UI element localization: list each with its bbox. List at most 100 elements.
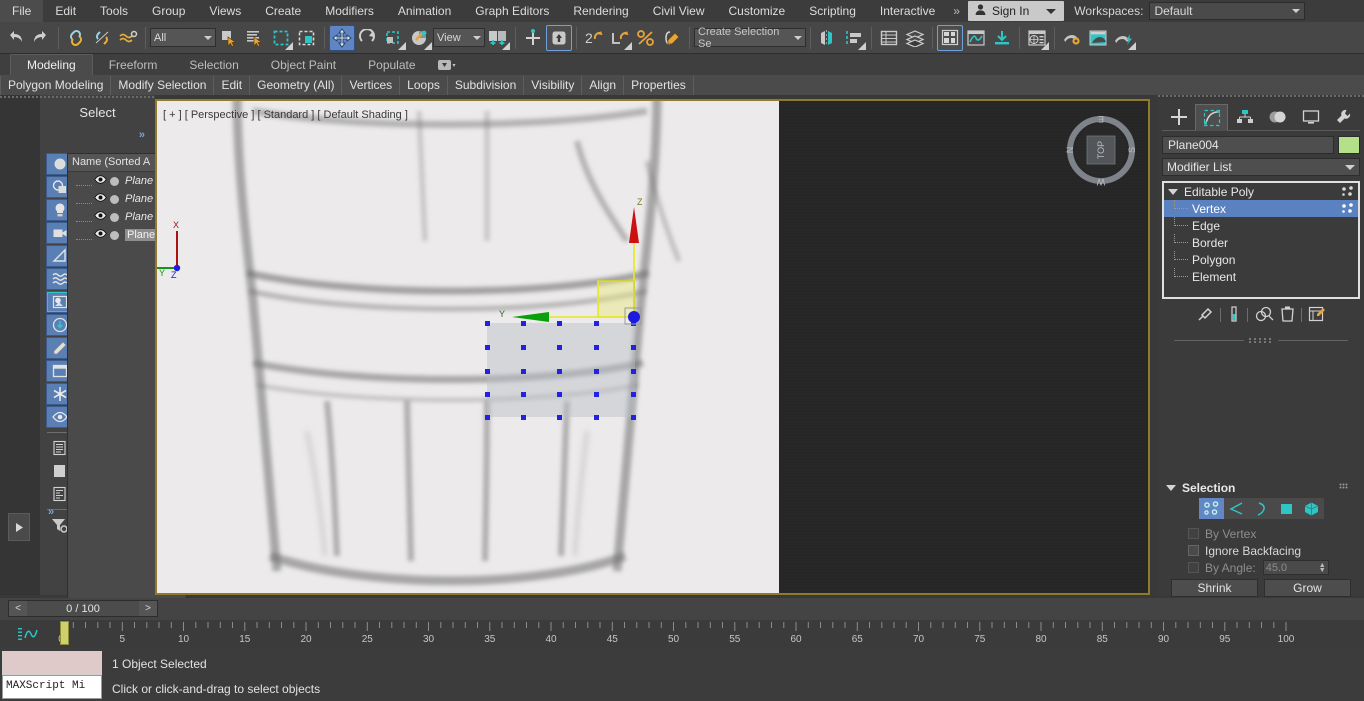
- snaps-toggle-button[interactable]: [546, 25, 572, 51]
- scene-explorer-icon[interactable]: [902, 25, 928, 51]
- ribbon-btn-polygon-modeling[interactable]: Polygon Modeling: [0, 76, 111, 95]
- tab-display[interactable]: [1294, 104, 1327, 131]
- menu-item-file[interactable]: File: [0, 0, 43, 22]
- menu-item-interactive[interactable]: Interactive: [868, 0, 947, 22]
- delete-modifier-icon[interactable]: [1280, 305, 1295, 326]
- ribbon-options-icon[interactable]: [438, 55, 456, 75]
- select-and-manipulate-icon[interactable]: [520, 25, 546, 51]
- scene-explorer-expand-top[interactable]: »: [139, 129, 145, 141]
- previous-frame-button[interactable]: <: [9, 601, 27, 616]
- menu-item-customize[interactable]: Customize: [717, 0, 798, 22]
- track-bar[interactable]: 0510152025303540455055606570758085909510…: [0, 620, 1364, 648]
- align-icon[interactable]: [841, 25, 867, 51]
- menu-item-scripting[interactable]: Scripting: [797, 0, 868, 22]
- tab-hierarchy[interactable]: [1228, 104, 1261, 131]
- curve-editor-icon[interactable]: [963, 25, 989, 51]
- menu-item-modifiers[interactable]: Modifiers: [313, 0, 386, 22]
- select-and-scale-icon[interactable]: [381, 25, 407, 51]
- ignore-backfacing-checkbox[interactable]: [1188, 545, 1199, 556]
- render-toggle-icon[interactable]: [110, 231, 119, 240]
- eye-icon[interactable]: [94, 211, 107, 223]
- render-in-cloud-icon[interactable]: [1085, 25, 1111, 51]
- scene-explorer-grip[interactable]: [40, 95, 155, 101]
- command-panel-grip[interactable]: [1158, 95, 1364, 100]
- viewport-perspective[interactable]: Z Y X Y Z [ + ] [ Perspective ] [ Standa…: [155, 99, 1150, 595]
- modifier-list-select[interactable]: Modifier List: [1162, 158, 1360, 176]
- unlink-selection-icon[interactable]: [89, 25, 115, 51]
- ribbon-tab-populate[interactable]: Populate: [352, 55, 431, 75]
- menu-item-edit[interactable]: Edit: [43, 0, 88, 22]
- time-slider-handle[interactable]: [60, 621, 69, 645]
- eye-icon[interactable]: [94, 193, 107, 205]
- show-end-result-icon[interactable]: [1227, 305, 1241, 326]
- ribbon-tab-object-paint[interactable]: Object Paint: [255, 55, 352, 75]
- subobject-polygon-button[interactable]: [1274, 498, 1299, 519]
- track-bar-ruler[interactable]: 0510152025303540455055606570758085909510…: [56, 620, 1349, 648]
- object-name-input[interactable]: Plane004: [1162, 136, 1334, 154]
- chevron-down-icon[interactable]: [204, 36, 212, 40]
- object-color-swatch[interactable]: [1338, 136, 1360, 154]
- angle-snap-toggle-icon[interactable]: 2: [581, 25, 607, 51]
- select-by-name-icon[interactable]: [242, 25, 268, 51]
- left-dock-grip[interactable]: [0, 95, 40, 101]
- pin-stack-icon[interactable]: [1196, 305, 1214, 326]
- ribbon-btn-vertices[interactable]: Vertices: [342, 76, 400, 95]
- grow-button[interactable]: Grow: [1264, 579, 1351, 597]
- open-mini-curve-editor-icon[interactable]: [18, 626, 40, 645]
- subobject-element-button[interactable]: [1299, 498, 1324, 519]
- menu-item-graph-editors[interactable]: Graph Editors: [463, 0, 561, 22]
- tab-motion[interactable]: [1261, 104, 1294, 131]
- tab-utilities[interactable]: [1327, 104, 1360, 131]
- render-toggle-icon[interactable]: [110, 213, 119, 222]
- ribbon-tab-freeform[interactable]: Freeform: [93, 55, 174, 75]
- ribbon-btn-edit[interactable]: Edit: [214, 76, 250, 95]
- ignore-backfacing-checkbox-row[interactable]: Ignore Backfacing: [1162, 542, 1360, 559]
- expand-panel-button[interactable]: [8, 513, 30, 541]
- by-angle-spinner[interactable]: 45.0 ▲▼: [1263, 560, 1329, 575]
- modifier-stack[interactable]: Editable Poly Vertex Edge Border Pol: [1162, 181, 1360, 299]
- menu-item-civil-view[interactable]: Civil View: [641, 0, 717, 22]
- chevron-down-icon[interactable]: [1166, 485, 1176, 491]
- ribbon-btn-subdivision[interactable]: Subdivision: [448, 76, 524, 95]
- named-selection-set-input[interactable]: Create Selection Se: [694, 28, 806, 47]
- menu-item-animation[interactable]: Animation: [386, 0, 463, 22]
- ribbon-btn-modify-selection[interactable]: Modify Selection: [111, 76, 214, 95]
- viewport-label[interactable]: [ + ] [ Perspective ] [ Standard ] [ Def…: [163, 109, 408, 121]
- eye-icon[interactable]: [94, 229, 107, 241]
- menu-item-rendering[interactable]: Rendering: [561, 0, 640, 22]
- subobject-border-button[interactable]: [1249, 498, 1274, 519]
- ribbon-tab-selection[interactable]: Selection: [173, 55, 254, 75]
- maxscript-listener-output[interactable]: [2, 651, 102, 675]
- by-vertex-checkbox[interactable]: [1188, 528, 1199, 539]
- modifier-stack-polygon[interactable]: Polygon: [1164, 251, 1358, 268]
- material-preview-icon[interactable]: [1024, 25, 1050, 51]
- ribbon-btn-properties[interactable]: Properties: [624, 76, 694, 95]
- menu-overflow-icon[interactable]: »: [947, 4, 966, 18]
- modifier-stack-root[interactable]: Editable Poly: [1164, 183, 1358, 200]
- ribbon-btn-loops[interactable]: Loops: [400, 76, 448, 95]
- modifier-stack-vertex[interactable]: Vertex: [1164, 200, 1358, 217]
- time-slider-field[interactable]: < 0 / 100 >: [8, 600, 158, 617]
- selection-rollout-header[interactable]: Selection: [1166, 480, 1356, 496]
- select-object-icon[interactable]: [216, 25, 242, 51]
- menu-item-tools[interactable]: Tools: [88, 0, 140, 22]
- workspace-select[interactable]: Default: [1149, 2, 1305, 20]
- edit-named-selection-sets-icon[interactable]: [659, 25, 685, 51]
- tab-modify[interactable]: [1195, 104, 1228, 131]
- modifier-stack-border[interactable]: Border: [1164, 234, 1358, 251]
- select-and-move-button[interactable]: [329, 25, 355, 51]
- make-unique-icon[interactable]: [1254, 305, 1274, 326]
- eye-icon[interactable]: [94, 175, 107, 187]
- chevron-down-icon[interactable]: [1345, 165, 1355, 170]
- chevron-down-icon[interactable]: [1046, 9, 1056, 14]
- ribbon-btn-geometry-all[interactable]: Geometry (All): [250, 76, 342, 95]
- ribbon-tab-modeling[interactable]: Modeling: [10, 54, 93, 75]
- layer-explorer-icon[interactable]: [876, 25, 902, 51]
- configure-modifier-sets-icon[interactable]: [1308, 305, 1326, 326]
- rectangular-selection-region-icon[interactable]: [268, 25, 294, 51]
- viewcube[interactable]: TOP E S W N: [1062, 111, 1140, 189]
- percent-snap-icon[interactable]: [607, 25, 633, 51]
- reference-coordinate-select[interactable]: View: [433, 28, 485, 47]
- menu-item-views[interactable]: Views: [197, 0, 253, 22]
- scene-explorer-expand-bottom[interactable]: »: [48, 506, 54, 518]
